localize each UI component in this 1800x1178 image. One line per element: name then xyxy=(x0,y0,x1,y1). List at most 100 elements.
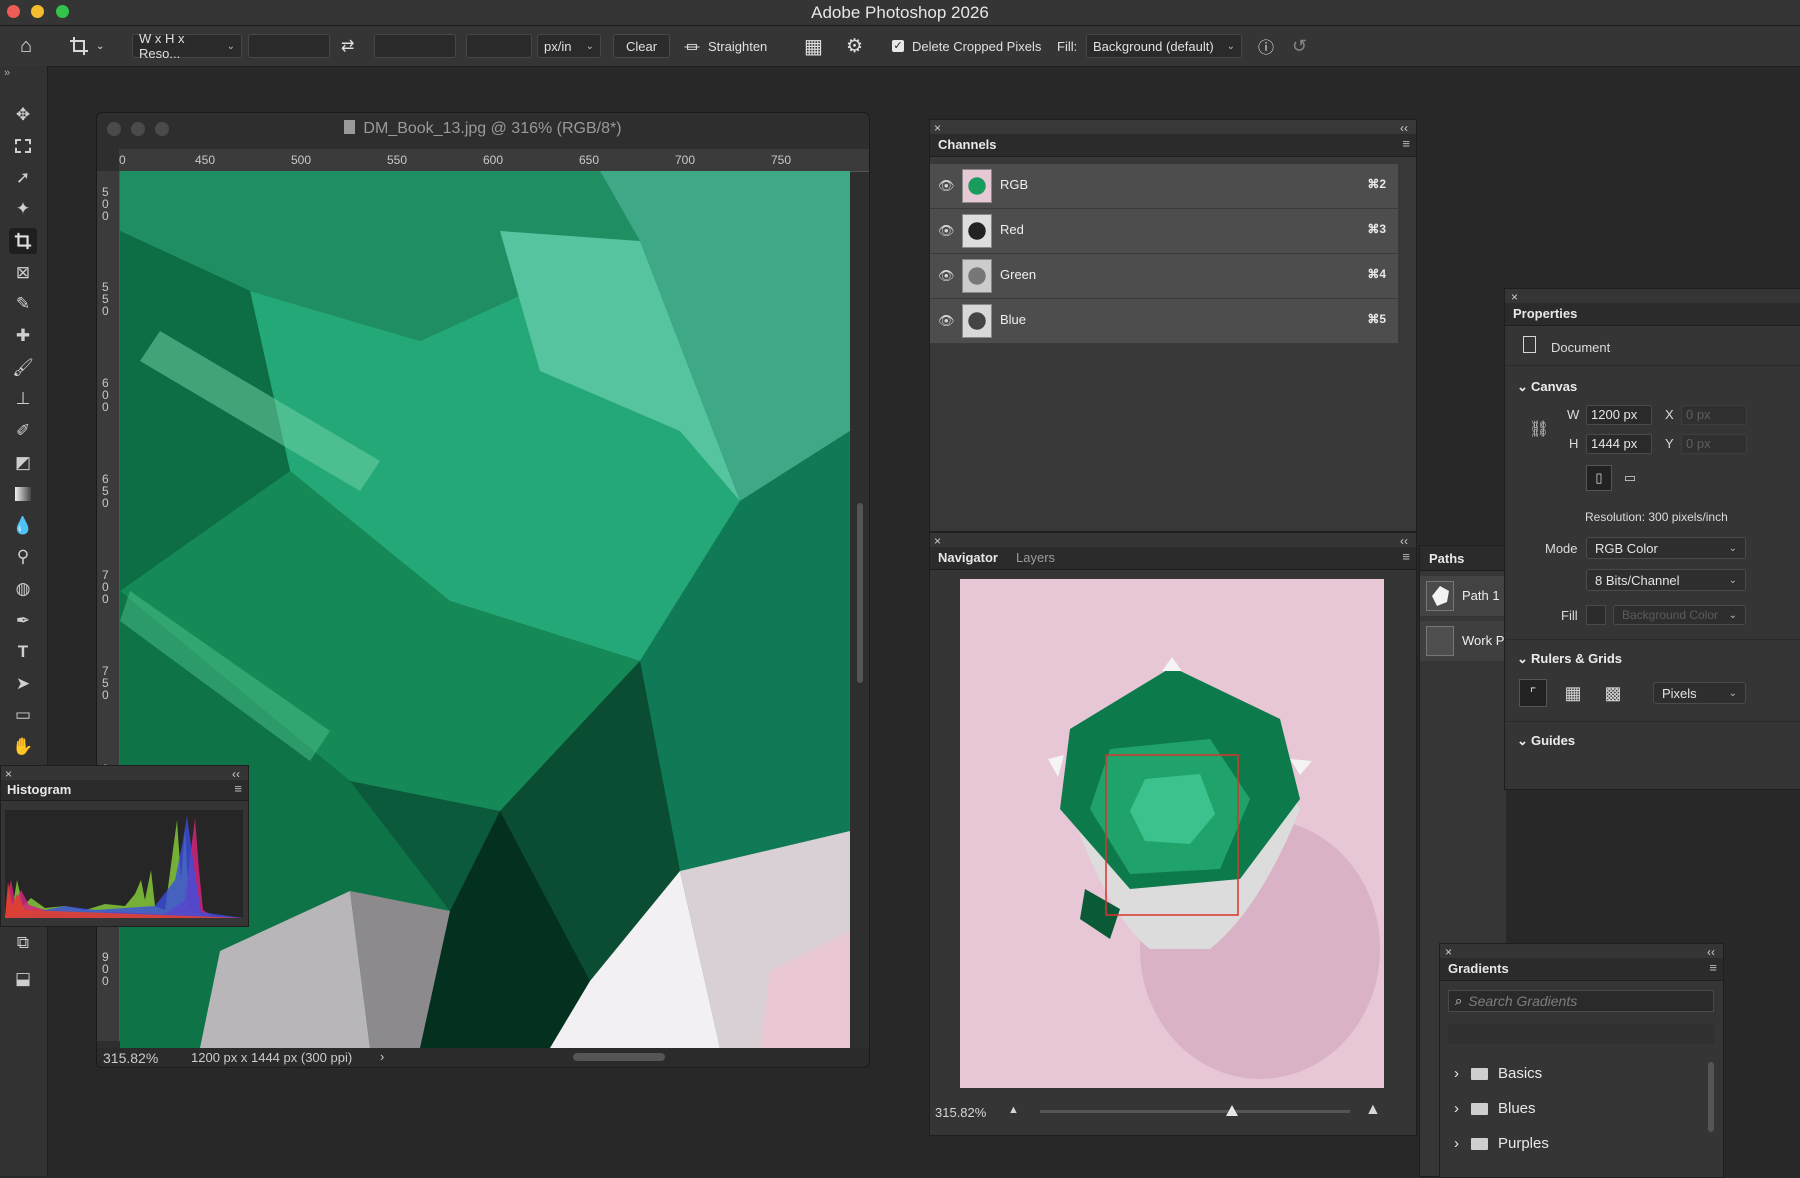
chevron-down-icon[interactable]: ⌄ xyxy=(1517,733,1528,749)
link-icon[interactable]: ⛓ xyxy=(1529,419,1549,439)
lasso-tool-icon[interactable]: ➚ xyxy=(9,165,37,191)
sponge-icon[interactable]: ◍ xyxy=(9,576,37,602)
panel-menu-icon[interactable]: ≡ xyxy=(1402,549,1410,564)
straighten-button[interactable]: ⏛ Straighten xyxy=(684,34,767,58)
channel-row[interactable]: 👁 Blue ⌘5 xyxy=(930,299,1398,344)
paths-tab[interactable]: Paths xyxy=(1429,551,1464,566)
eye-icon[interactable]: 👁 xyxy=(938,268,955,284)
eye-icon[interactable]: 👁 xyxy=(938,178,955,194)
document-info[interactable]: 1200 px x 1444 px (300 ppi) xyxy=(191,1050,352,1065)
gradients-scrollbar[interactable] xyxy=(1708,1062,1714,1132)
gear-icon[interactable]: ⚙ xyxy=(846,34,863,58)
gradient-tool-icon[interactable] xyxy=(9,481,37,507)
delete-cropped-checkbox[interactable]: ✓ Delete Cropped Pixels xyxy=(892,34,1041,58)
history-brush-icon[interactable]: ✐ xyxy=(9,418,37,444)
move-tool-icon[interactable]: ✥ xyxy=(9,102,37,128)
zoom-slider[interactable] xyxy=(1040,1105,1350,1116)
channel-row[interactable]: 👁 Red ⌘3 xyxy=(930,209,1398,254)
frame-tool-icon[interactable]: ⊠ xyxy=(9,260,37,286)
clear-button[interactable]: Clear xyxy=(613,34,670,58)
stamp-tool-icon[interactable]: ⊥ xyxy=(9,386,37,412)
channel-row[interactable]: 👁 RGB ⌘2 xyxy=(930,164,1398,209)
collapse-icon[interactable]: ‹‹ xyxy=(1400,121,1408,135)
crop-tool-icon[interactable] xyxy=(9,228,37,254)
grid-toggle-icon[interactable]: ▦ xyxy=(1559,679,1587,707)
path-item[interactable]: Path 1 xyxy=(1420,576,1506,616)
marquee-tool-icon[interactable] xyxy=(9,133,37,159)
navigator-preview[interactable] xyxy=(960,579,1384,1088)
info-icon[interactable]: ⓘ xyxy=(1258,34,1274,58)
width-input[interactable] xyxy=(248,34,330,58)
channel-row[interactable]: 👁 Green ⌘4 xyxy=(930,254,1398,299)
path-item[interactable]: Work P xyxy=(1420,621,1506,661)
height-input[interactable] xyxy=(374,34,456,58)
chevron-right-icon[interactable]: › xyxy=(380,1049,384,1064)
brush-tool-icon[interactable]: 🖌 xyxy=(9,355,37,381)
expand-toolbar-icon[interactable]: » xyxy=(4,67,10,79)
reset-icon[interactable]: ↺ xyxy=(1292,34,1307,58)
collapse-icon[interactable]: ‹‹ xyxy=(1707,945,1715,959)
x-field[interactable]: 0 px xyxy=(1681,405,1747,425)
eraser-icon[interactable]: ◩ xyxy=(9,450,37,476)
navigator-tab[interactable]: Navigator xyxy=(938,550,998,565)
close-icon[interactable]: × xyxy=(5,767,12,781)
gradient-search-field[interactable]: ⌕ Search Gradients xyxy=(1448,990,1714,1012)
quick-export-icon[interactable]: ⬓ xyxy=(9,966,37,992)
crop-tool-preset[interactable]: ⌄ xyxy=(68,34,104,58)
hand-tool-icon[interactable]: ✋ xyxy=(9,734,37,760)
rulers-grids-section-header[interactable]: Rulers & Grids xyxy=(1531,651,1622,666)
rectangle-tool-icon[interactable]: ▭ xyxy=(9,702,37,728)
recent-gradients-strip[interactable] xyxy=(1448,1024,1714,1044)
gradient-folder-blues[interactable]: › Blues xyxy=(1454,1100,1536,1117)
horizontal-scrollbar[interactable] xyxy=(573,1053,665,1061)
histogram-tab[interactable]: Histogram xyxy=(7,782,71,797)
panel-menu-icon[interactable]: ≡ xyxy=(1709,960,1717,975)
zoom-out-icon[interactable]: ▲ xyxy=(1008,1104,1019,1116)
blur-tool-icon[interactable]: 💧 xyxy=(9,513,37,539)
horizontal-ruler[interactable]: 0 450 500 550 600 650 700 750 xyxy=(119,149,869,172)
chevron-down-icon[interactable]: ⌄ xyxy=(1517,379,1528,395)
ratio-select[interactable]: W x H x Reso... ⌄ xyxy=(132,31,242,61)
pixel-grid-toggle-icon[interactable]: ▩ xyxy=(1599,679,1627,707)
fill-select[interactable]: Background (default) ⌄ xyxy=(1086,34,1242,58)
chevron-down-icon[interactable]: ⌄ xyxy=(1517,651,1528,667)
resolution-input[interactable] xyxy=(466,34,532,58)
close-icon[interactable]: × xyxy=(1511,290,1518,304)
width-field[interactable]: 1200 px xyxy=(1586,405,1652,425)
close-icon[interactable]: × xyxy=(934,534,941,548)
unit-select[interactable]: px/in ⌄ xyxy=(537,34,601,58)
pen-tool-icon[interactable]: ✒ xyxy=(9,608,37,634)
home-icon[interactable]: ⌂ xyxy=(20,34,32,58)
height-field[interactable]: 1444 px xyxy=(1586,434,1652,454)
navigator-zoom-readout[interactable]: 315.82% xyxy=(935,1105,986,1120)
eye-icon[interactable]: 👁 xyxy=(938,223,955,239)
properties-tab[interactable]: Properties xyxy=(1513,306,1577,321)
collapse-icon[interactable]: ‹‹ xyxy=(232,767,240,781)
panel-menu-icon[interactable]: ≡ xyxy=(234,781,242,796)
landscape-orientation-icon[interactable]: ▭ xyxy=(1617,465,1643,491)
dodge-tool-icon[interactable]: ⚲ xyxy=(9,544,37,570)
gradients-tab[interactable]: Gradients xyxy=(1448,961,1509,976)
swap-icon[interactable]: ⇄ xyxy=(341,34,354,58)
eye-icon[interactable]: 👁 xyxy=(938,313,955,329)
gradient-folder-basics[interactable]: › Basics xyxy=(1454,1065,1542,1082)
path-selection-icon[interactable]: ➤ xyxy=(9,671,37,697)
gradient-folder-purples[interactable]: › Purples xyxy=(1454,1135,1549,1152)
healing-brush-icon[interactable]: ✚ xyxy=(9,323,37,349)
layers-tab[interactable]: Layers xyxy=(1016,550,1055,565)
grid-overlay-icon[interactable]: ▦ xyxy=(804,34,823,58)
canvas-section-header[interactable]: Canvas xyxy=(1531,379,1577,394)
screen-mode-icon[interactable]: ⧉ xyxy=(9,930,37,956)
vertical-scrollbar[interactable] xyxy=(857,503,863,683)
mode-select[interactable]: RGB Color ⌄ xyxy=(1586,537,1746,559)
guides-section-header[interactable]: Guides xyxy=(1531,733,1575,748)
type-tool-icon[interactable]: T xyxy=(9,639,37,665)
zoom-in-icon[interactable]: ▲ xyxy=(1365,1101,1381,1119)
close-icon[interactable]: × xyxy=(934,121,941,135)
zoom-slider-thumb[interactable] xyxy=(1226,1105,1239,1116)
zoom-readout[interactable]: 315.82% xyxy=(103,1050,158,1066)
rulers-toggle-icon[interactable]: ⌜ xyxy=(1519,679,1547,707)
eyedropper-icon[interactable]: ✎ xyxy=(9,291,37,317)
bit-depth-select[interactable]: 8 Bits/Channel ⌄ xyxy=(1586,569,1746,591)
y-field[interactable]: 0 px xyxy=(1681,434,1747,454)
